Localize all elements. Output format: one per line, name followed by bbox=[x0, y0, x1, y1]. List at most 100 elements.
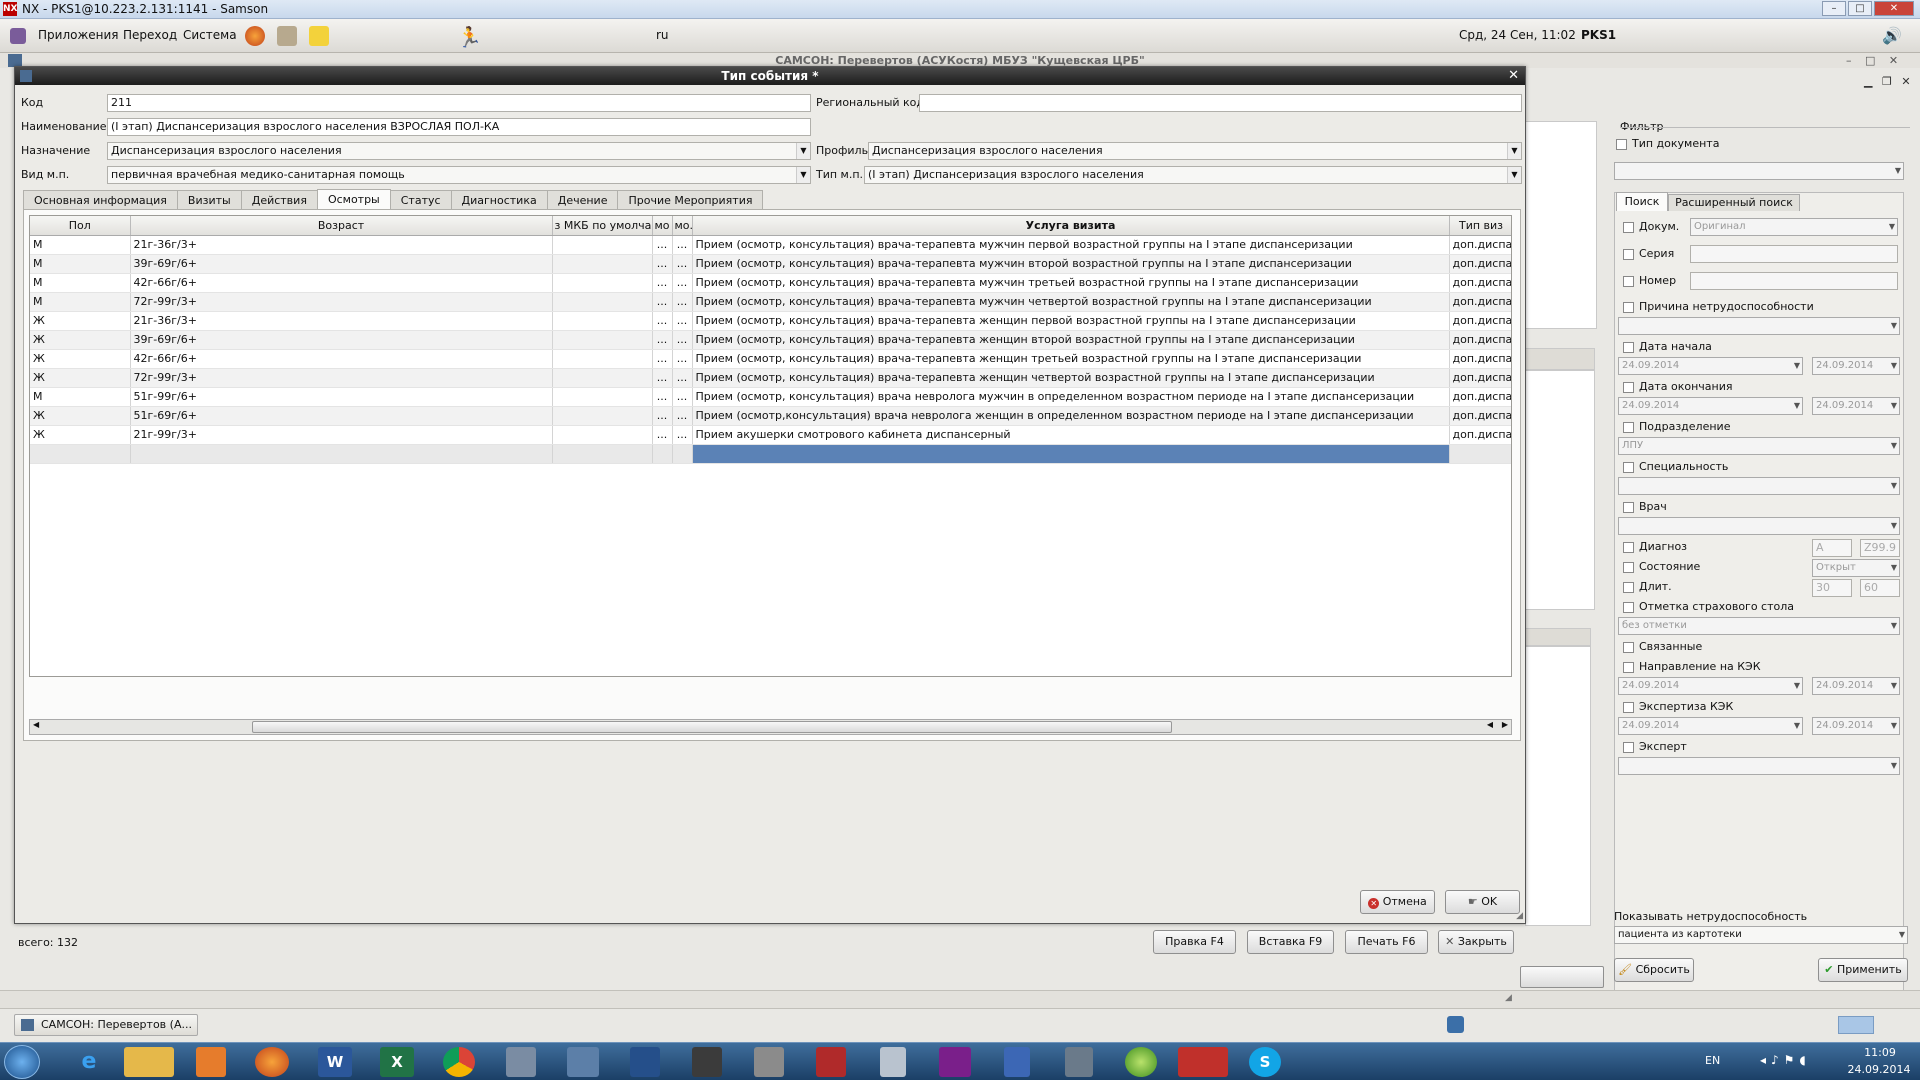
cell-mo-1[interactable]: ... bbox=[652, 330, 673, 350]
chrome-icon[interactable] bbox=[443, 1047, 475, 1077]
cell-visit-type[interactable]: доп.диспа bbox=[1449, 368, 1511, 388]
col-mo-2[interactable]: мо. bbox=[672, 216, 693, 236]
status-resize-grip-icon[interactable]: ◢ bbox=[1505, 993, 1512, 1003]
duration-from[interactable]: 30 bbox=[1812, 579, 1852, 597]
nx-taskbar-icon[interactable] bbox=[816, 1047, 846, 1077]
tab-search[interactable]: Поиск bbox=[1616, 192, 1668, 211]
cell-mo-1[interactable]: ... bbox=[652, 406, 673, 426]
diagnosis-from[interactable]: A bbox=[1812, 539, 1852, 557]
state-combo[interactable]: Открыт bbox=[1812, 559, 1900, 577]
cell-mo-1[interactable]: ... bbox=[652, 425, 673, 445]
app-icon-arrow[interactable] bbox=[1004, 1047, 1030, 1077]
cell-sex[interactable]: М bbox=[30, 235, 131, 255]
cell-mkb[interactable] bbox=[552, 387, 653, 407]
tab-main-info[interactable]: Основная информация bbox=[23, 190, 178, 210]
cell-sex[interactable]: Ж bbox=[30, 425, 131, 445]
tab-diagnostics[interactable]: Диагностика bbox=[450, 190, 548, 210]
cell-mo-2[interactable] bbox=[672, 444, 693, 464]
cell-visit-type[interactable]: доп.диспа bbox=[1449, 273, 1511, 293]
doc-type-combo[interactable] bbox=[1614, 162, 1904, 180]
app-icon-globe[interactable] bbox=[567, 1047, 599, 1077]
department-combo[interactable]: ЛПУ bbox=[1618, 437, 1900, 455]
cell-age[interactable]: 21г-99г/3+ bbox=[130, 425, 553, 445]
horizontal-scrollbar[interactable]: ◀ ◀ ▶ bbox=[29, 719, 1512, 735]
running-man-icon[interactable]: 🏃 bbox=[457, 25, 482, 49]
cell-sex[interactable]: Ж bbox=[30, 311, 131, 331]
ie-icon[interactable]: e bbox=[64, 1047, 114, 1077]
doctor-combo[interactable] bbox=[1618, 517, 1900, 535]
cell-visit-type[interactable]: доп.диспа bbox=[1449, 292, 1511, 312]
explorer-icon[interactable] bbox=[124, 1047, 174, 1077]
firefox-icon[interactable] bbox=[245, 26, 265, 46]
cell-mkb[interactable] bbox=[552, 273, 653, 293]
app-icon-m[interactable] bbox=[939, 1047, 971, 1077]
cancel-button[interactable]: ✕ Отмена bbox=[1360, 890, 1435, 914]
incapacity-reason-checkbox[interactable] bbox=[1623, 302, 1634, 313]
cell-service[interactable]: Прием (осмотр, консультация) врача-терап… bbox=[692, 311, 1450, 331]
kek-expertise-checkbox[interactable] bbox=[1623, 702, 1634, 713]
table-row[interactable]: М 39г-69г/6+...... Прием (осмотр, консульт… bbox=[30, 254, 1511, 274]
cell-visit-type[interactable]: доп.диспа bbox=[1449, 235, 1511, 255]
specialty-checkbox[interactable] bbox=[1623, 462, 1634, 473]
cell-age[interactable]: 51г-69г/6+ bbox=[130, 406, 553, 426]
cell-visit-type[interactable]: доп.диспа bbox=[1449, 425, 1511, 445]
cell-mo-1[interactable]: ... bbox=[652, 235, 673, 255]
expert-combo[interactable] bbox=[1618, 757, 1900, 775]
app-icon-db[interactable] bbox=[1065, 1047, 1093, 1077]
tab-actions[interactable]: Действия bbox=[240, 190, 318, 210]
cell-age[interactable]: 21г-36г/3+ bbox=[130, 235, 553, 255]
cell-sex[interactable]: М bbox=[30, 292, 131, 312]
cell-mo-1[interactable]: ... bbox=[652, 368, 673, 388]
icq-icon[interactable] bbox=[1125, 1047, 1157, 1077]
trash-icon[interactable] bbox=[1447, 1016, 1464, 1033]
cell-visit-type[interactable]: доп.диспа bbox=[1449, 254, 1511, 274]
cell-visit-type[interactable]: доп.диспа bbox=[1449, 406, 1511, 426]
cell-service[interactable]: Прием акушерки смотрового кабинета диспа… bbox=[692, 425, 1450, 445]
panel-user[interactable]: PKS1 bbox=[1581, 28, 1616, 42]
dialog-close-icon[interactable]: ✕ bbox=[1508, 68, 1519, 83]
cell-visit-type[interactable] bbox=[1449, 444, 1511, 464]
cell-mkb[interactable] bbox=[552, 254, 653, 274]
cell-age[interactable]: 39г-69г/6+ bbox=[130, 254, 553, 274]
cell-mo-2[interactable]: ... bbox=[672, 368, 693, 388]
print-button[interactable]: Печать F6 bbox=[1345, 930, 1428, 954]
cell-age[interactable]: 42г-66г/6+ bbox=[130, 273, 553, 293]
app-icon-film[interactable] bbox=[692, 1047, 722, 1077]
cell-mo-1[interactable]: ... bbox=[652, 311, 673, 331]
table-row[interactable]: Ж 72г-99г/3+...... Прием (осмотр, консульт… bbox=[30, 368, 1511, 388]
cell-service[interactable]: Прием (осмотр, консультация) врача-терап… bbox=[692, 273, 1450, 293]
cell-service[interactable]: Прием (осмотр, консультация) врача невро… bbox=[692, 387, 1450, 407]
doc-combo[interactable]: Оригинал bbox=[1690, 218, 1898, 236]
cell-service[interactable]: Прием (осмотр, консультация) врача-терап… bbox=[692, 349, 1450, 369]
cell-mo-1[interactable]: ... bbox=[652, 273, 673, 293]
cell-mkb[interactable] bbox=[552, 425, 653, 445]
resize-grip-icon[interactable]: ◢ bbox=[1516, 911, 1523, 921]
number-input[interactable] bbox=[1690, 272, 1898, 290]
excel-icon[interactable]: X bbox=[380, 1047, 414, 1077]
reset-button[interactable]: 🖌 Сбросить bbox=[1614, 958, 1694, 982]
table-row[interactable]: Ж 21г-99г/3+...... Прием акушерки смотрово… bbox=[30, 425, 1511, 445]
series-checkbox[interactable] bbox=[1623, 249, 1634, 260]
kek-expertise-from[interactable]: 24.09.2014 bbox=[1618, 717, 1803, 735]
cell-service[interactable]: Прием (осмотр, консультация) врача-терап… bbox=[692, 330, 1450, 350]
code-input[interactable]: 211 bbox=[107, 94, 811, 112]
firefox-taskbar-icon[interactable] bbox=[255, 1047, 289, 1077]
tab-status[interactable]: Статус bbox=[389, 190, 452, 210]
cell-age[interactable]: 42г-66г/6+ bbox=[130, 349, 553, 369]
col-visit-type[interactable]: Тип виз bbox=[1449, 216, 1511, 236]
cell-mkb[interactable] bbox=[552, 406, 653, 426]
cell-age[interactable]: 72г-99г/3+ bbox=[130, 292, 553, 312]
tab-examinations[interactable]: Осмотры bbox=[316, 189, 391, 210]
cell-mo-2[interactable]: ... bbox=[672, 311, 693, 331]
cell-service[interactable]: Прием (осмотр,консультация) врача неврол… bbox=[692, 406, 1450, 426]
cell-service[interactable] bbox=[692, 444, 1450, 464]
mdi-window-controls[interactable]: ▁ ❐ ✕ bbox=[1864, 75, 1911, 88]
keyboard-language[interactable]: EN bbox=[1705, 1054, 1720, 1067]
cell-mkb[interactable] bbox=[552, 311, 653, 331]
menu-system[interactable]: Система bbox=[183, 28, 237, 42]
minimize-button[interactable]: – bbox=[1822, 1, 1846, 16]
name-input[interactable]: (I этап) Диспансеризация взрослого насел… bbox=[107, 118, 811, 136]
table-new-row[interactable] bbox=[30, 444, 1511, 464]
cell-mo-2[interactable]: ... bbox=[672, 330, 693, 350]
cell-service[interactable]: Прием (осмотр, консультация) врача-терап… bbox=[692, 235, 1450, 255]
